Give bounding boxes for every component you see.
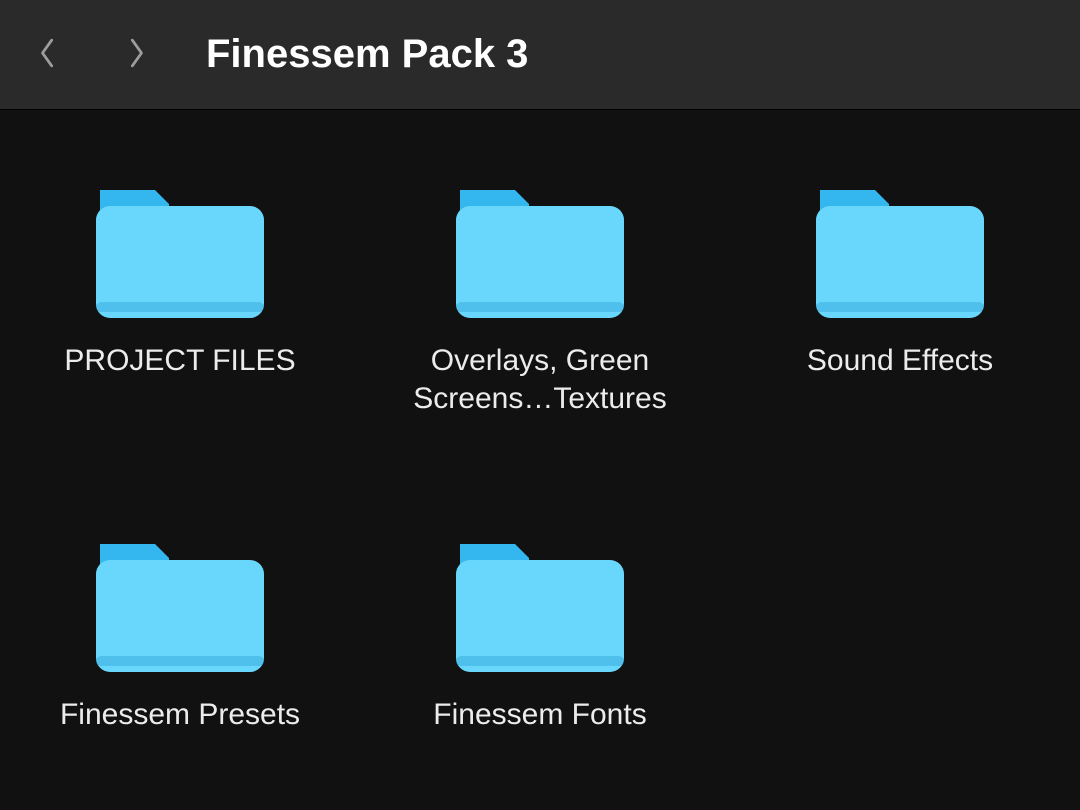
folder-label: PROJECT FILES xyxy=(64,342,295,380)
nav-back-button[interactable] xyxy=(28,35,68,75)
folder-item-fonts[interactable]: Finessem Fonts xyxy=(380,524,700,734)
folder-icon xyxy=(80,524,280,684)
folder-grid: PROJECT FILES Overlays, Green Screens…Te… xyxy=(0,110,1080,810)
folder-icon xyxy=(800,170,1000,330)
chevron-left-icon xyxy=(37,35,59,74)
folder-item-project-files[interactable]: PROJECT FILES xyxy=(20,170,340,380)
nav-forward-button[interactable] xyxy=(116,35,156,75)
folder-item-overlays[interactable]: Overlays, Green Screens…Textures xyxy=(380,170,700,417)
folder-label: Overlays, Green Screens…Textures xyxy=(380,342,700,417)
folder-icon xyxy=(440,170,640,330)
folder-icon xyxy=(440,524,640,684)
folder-label: Sound Effects xyxy=(807,342,993,380)
chevron-right-icon xyxy=(125,35,147,74)
folder-label: Finessem Presets xyxy=(60,696,300,734)
folder-icon xyxy=(80,170,280,330)
folder-item-presets[interactable]: Finessem Presets xyxy=(20,524,340,734)
folder-item-sound-effects[interactable]: Sound Effects xyxy=(740,170,1060,380)
folder-label: Finessem Fonts xyxy=(433,696,646,734)
toolbar: Finessem Pack 3 xyxy=(0,0,1080,110)
location-title: Finessem Pack 3 xyxy=(206,32,528,77)
